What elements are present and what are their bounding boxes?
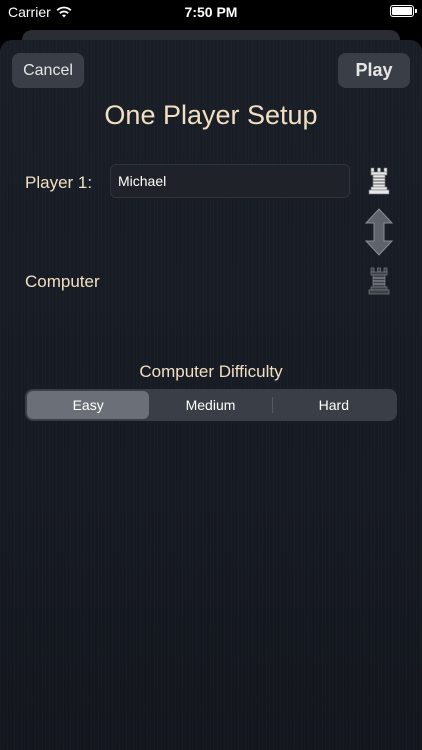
cancel-button[interactable]: Cancel: [12, 53, 84, 88]
battery-icon: [390, 5, 417, 17]
computer-label: Computer: [25, 272, 100, 291]
difficulty-easy[interactable]: Easy: [27, 391, 150, 419]
status-bar: Carrier 7:50 PM: [0, 0, 422, 24]
page-title: One Player Setup: [104, 100, 318, 130]
black-rook-icon[interactable]: [366, 266, 392, 296]
difficulty-hard[interactable]: Hard: [273, 391, 395, 419]
status-time: 7:50 PM: [184, 4, 238, 20]
setup-sheet: Cancel Play One Player Setup Player 1: M…: [0, 40, 422, 750]
play-button[interactable]: Play: [338, 53, 410, 88]
difficulty-segmented-control: Easy Medium Hard: [25, 389, 397, 421]
status-right: [390, 5, 417, 17]
player1-name-field[interactable]: Michael: [110, 164, 350, 198]
white-rook-icon[interactable]: [366, 166, 392, 196]
difficulty-medium[interactable]: Medium: [149, 391, 271, 419]
swap-vertical-icon[interactable]: [365, 208, 393, 256]
difficulty-label: Computer Difficulty: [139, 362, 283, 381]
screen: Carrier 7:50 PM Cancel Play One Player S…: [0, 0, 422, 750]
player1-label: Player 1:: [25, 173, 93, 192]
